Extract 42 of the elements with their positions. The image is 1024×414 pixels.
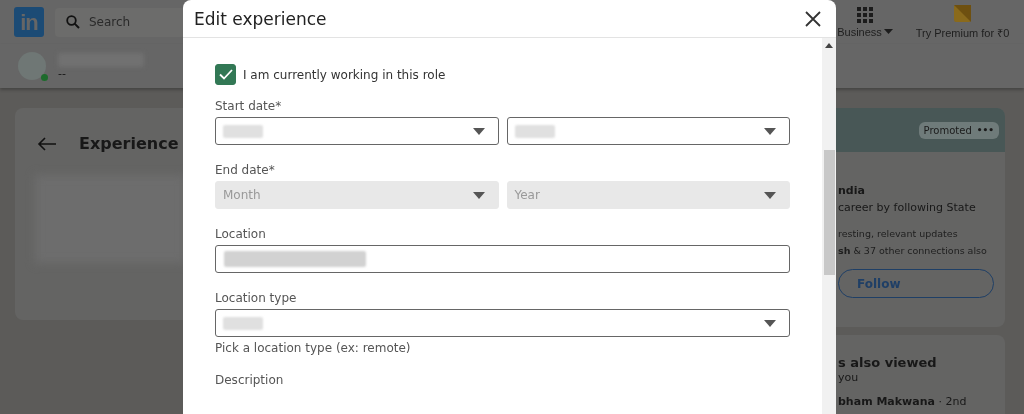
profile-subtitle: --: [58, 67, 67, 80]
search-icon: [66, 15, 80, 29]
ad-note: resting, relevant updates: [838, 227, 959, 241]
field-label: Location: [215, 227, 267, 241]
dropdown[interactable]: [215, 117, 499, 145]
field-label: Location type: [215, 291, 298, 305]
checkbox[interactable]: [215, 64, 236, 85]
field-hint: Pick a location type (ex: remote): [215, 341, 412, 355]
field-label: Start date*: [215, 99, 283, 113]
badge-label: Promoted: [923, 124, 972, 136]
dropdown[interactable]: [506, 117, 790, 145]
field-label: End date*: [215, 163, 276, 177]
back-arrow-icon: [37, 136, 57, 151]
checkbox-label: I am currently working in this role: [243, 67, 446, 82]
dialog-title: Edit experience: [194, 8, 327, 29]
section-title: s also viewed: [838, 355, 938, 370]
nav-item[interactable]: Business: [839, 6, 891, 38]
caret-icon: [472, 127, 485, 135]
field-label: Description: [215, 373, 285, 387]
person-name[interactable]: bham Makwana · 2nd: [838, 395, 1005, 408]
input-field[interactable]: [215, 245, 790, 273]
dropdown[interactable]: [215, 309, 790, 337]
logo[interactable]: in: [14, 7, 44, 37]
premium-icon: [954, 4, 971, 22]
close-icon: [805, 10, 821, 27]
section-title: Experience: [79, 134, 179, 153]
scrollbar[interactable]: [822, 38, 836, 414]
ad-text: career by following State: [838, 200, 977, 216]
caret-icon: [764, 191, 776, 199]
search-field[interactable]: Search: [55, 7, 185, 37]
caret-icon: [764, 127, 776, 135]
nav-item[interactable]: Try Premium for ₹0: [903, 4, 1022, 40]
grid-icon: [857, 6, 873, 23]
connections-note: sh & 37 other connections also: [838, 244, 988, 258]
caret-icon: [883, 29, 893, 34]
scroll-thumb[interactable]: [823, 150, 835, 275]
close-button[interactable]: [803, 8, 823, 29]
more-menu[interactable]: •••: [976, 125, 994, 135]
section-subtitle: you: [838, 371, 860, 384]
check-icon: [218, 69, 233, 80]
company-name: ndia: [838, 183, 866, 199]
caret-icon: [472, 191, 485, 199]
